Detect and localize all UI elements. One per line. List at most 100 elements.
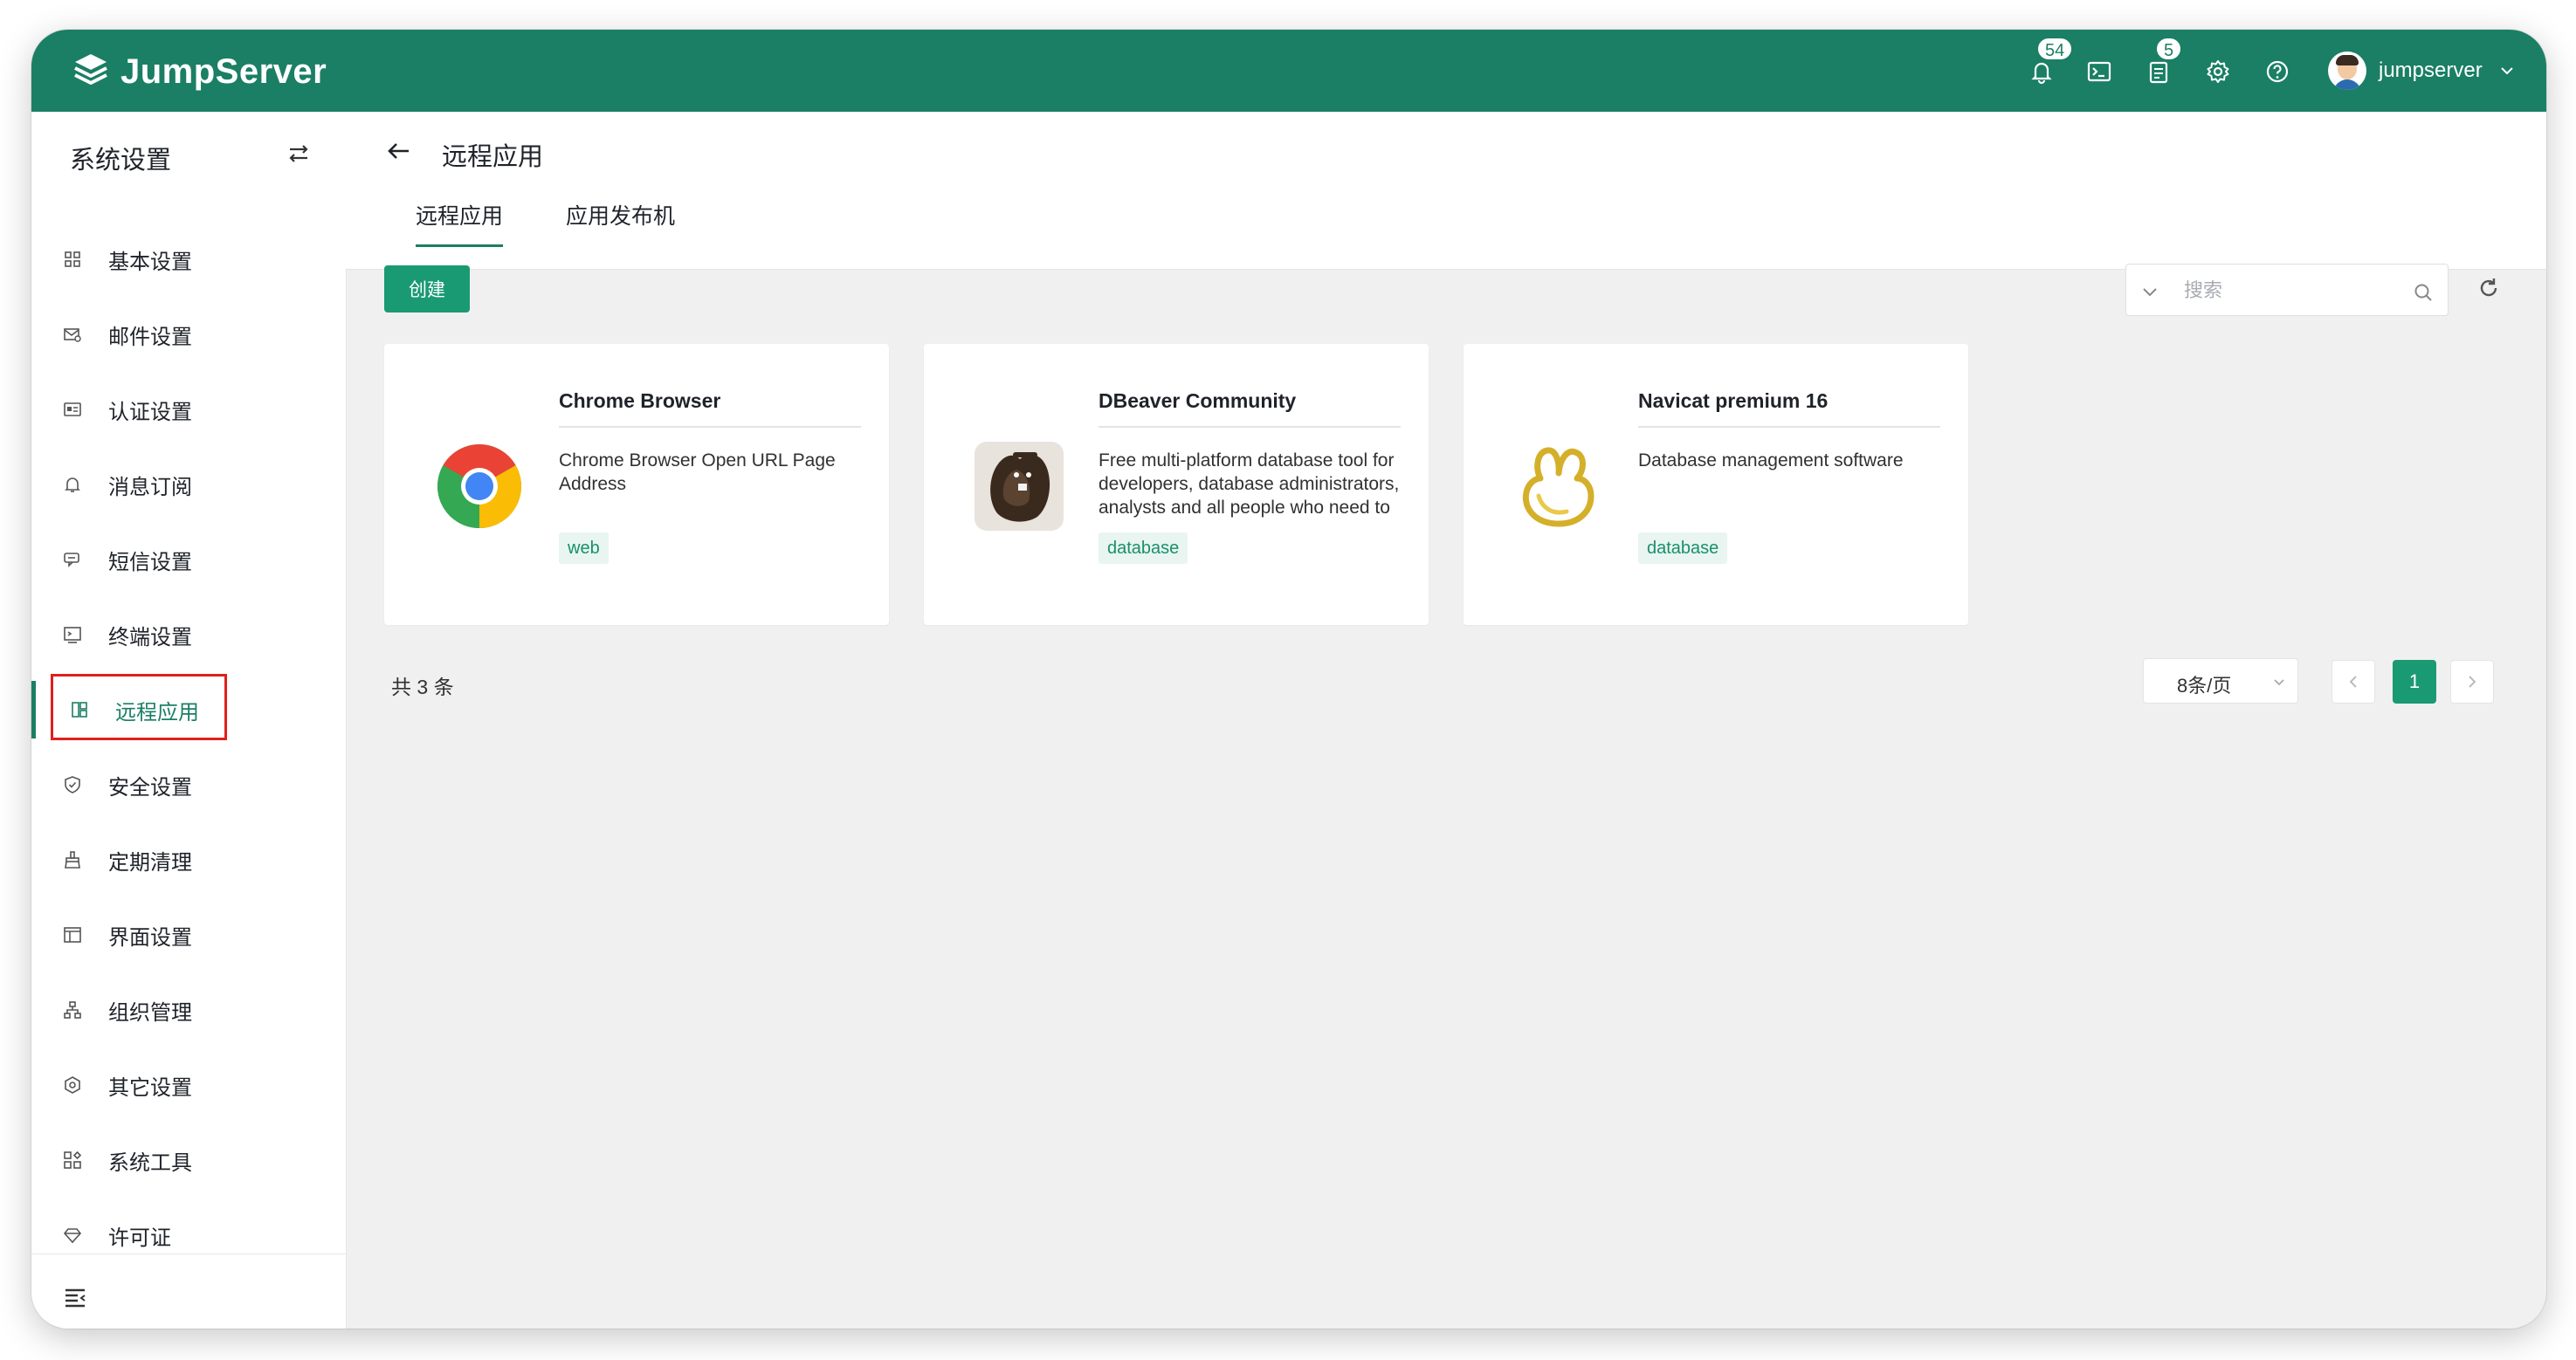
page-size-select[interactable]: 8条/页	[2143, 658, 2298, 704]
sidebar-item-label: 界面设置	[108, 925, 192, 950]
app-description: Database management software	[1638, 450, 1904, 471]
tab-remote-apps[interactable]: 远程应用	[416, 199, 504, 247]
sidebar-item-license[interactable]: 许可证	[31, 1206, 346, 1264]
sidebar-item-organizations[interactable]: 组织管理	[31, 981, 346, 1039]
back-arrow-icon[interactable]	[384, 136, 414, 166]
page-header: 远程应用 远程应用 应用发布机	[346, 112, 2546, 270]
layout-icon	[63, 925, 82, 944]
bell-icon	[2031, 62, 2052, 85]
refresh-icon[interactable]	[2476, 276, 2501, 300]
sidebar-item-sms[interactable]: 短信设置	[31, 531, 346, 588]
notifications-button[interactable]: 54	[2026, 37, 2074, 87]
sidebar-item-label: 消息订阅	[108, 475, 192, 499]
sidebar-item-label: 其它设置	[108, 1075, 192, 1100]
current-page-button[interactable]: 1	[2393, 660, 2436, 704]
id-card-icon	[63, 400, 82, 419]
settings-button[interactable]	[2202, 56, 2234, 87]
username: jumpserver	[2379, 58, 2483, 82]
sidebar-item-label: 认证设置	[108, 400, 192, 424]
switch-view-icon[interactable]	[285, 140, 313, 168]
sidebar-item-label: 定期清理	[108, 850, 192, 875]
terminal-icon	[2087, 61, 2111, 82]
app-tag: database	[1099, 532, 1188, 564]
app-window: JumpServer 54 5 jumpserver 系统设置 基本设置 邮件设…	[31, 30, 2546, 1329]
page-size-value: 8条/页	[2177, 675, 2232, 697]
app-name: Chrome Browser	[559, 389, 721, 412]
sidebar-item-security[interactable]: 安全设置	[31, 756, 346, 814]
shield-icon	[63, 775, 82, 794]
sidebar-item-messages[interactable]: 消息订阅	[31, 456, 346, 513]
web-terminal-button[interactable]	[2084, 56, 2115, 87]
app-name: Navicat premium 16	[1638, 389, 1829, 412]
brand-logo[interactable]: JumpServer	[70, 51, 327, 93]
top-navbar: JumpServer 54 5 jumpserver	[31, 30, 2546, 112]
broom-icon	[63, 850, 82, 869]
app-name: DBeaver Community	[1099, 389, 1297, 412]
grid-icon	[63, 250, 82, 269]
terminal-icon	[63, 625, 82, 644]
gear-icon	[2207, 60, 2229, 83]
sidebar-item-label: 系统工具	[108, 1151, 192, 1175]
sidebar-item-basic[interactable]: 基本设置	[31, 230, 346, 288]
sidebar: 系统设置 基本设置 邮件设置 认证设置 消息订阅 短信设置 终端设置 远程应用 …	[31, 112, 347, 1329]
sidebar-item-label: 终端设置	[108, 625, 192, 649]
app-card[interactable]: Chrome Browser Chrome Browser Open URL P…	[384, 344, 889, 625]
app-description: Chrome Browser Open URL Page Address	[559, 450, 836, 494]
diamond-icon	[63, 1226, 82, 1245]
prev-page-button[interactable]	[2331, 660, 2375, 704]
app-tag: web	[559, 532, 609, 564]
app-description: Free multi-platform database tool for de…	[1099, 450, 1400, 518]
tools-icon	[63, 1151, 82, 1170]
app-tag: database	[1638, 532, 1728, 564]
sidebar-item-tools[interactable]: 系统工具	[31, 1131, 346, 1189]
active-indicator	[31, 681, 36, 738]
chevron-right-icon	[2469, 676, 2476, 688]
sidebar-item-label: 许可证	[108, 1226, 171, 1250]
jumpserver-logo-icon	[74, 54, 107, 85]
mail-icon	[63, 325, 82, 344]
search-box	[2125, 264, 2449, 316]
sidebar-item-label: 安全设置	[108, 775, 192, 800]
chevron-down-icon	[2274, 679, 2284, 686]
sidebar-item-interface[interactable]: 界面设置	[31, 906, 346, 964]
sidebar-item-email[interactable]: 邮件设置	[31, 306, 346, 363]
sidebar-item-other[interactable]: 其它设置	[31, 1056, 346, 1114]
org-icon	[63, 1000, 82, 1020]
tab-app-publisher[interactable]: 应用发布机	[566, 199, 675, 244]
dbeaver-logo-icon	[975, 442, 1064, 531]
app-card[interactable]: Navicat premium 16 Database management s…	[1464, 344, 1968, 625]
notifications-badge: 54	[2036, 37, 2074, 61]
chrome-logo-icon	[437, 443, 522, 528]
sidebar-item-label: 基本设置	[108, 250, 192, 274]
sidebar-item-label: 邮件设置	[108, 325, 192, 349]
help-button[interactable]	[2262, 56, 2293, 87]
create-button[interactable]: 创建	[384, 265, 470, 313]
divider	[559, 426, 861, 428]
collapse-sidebar-icon[interactable]	[63, 1285, 87, 1309]
sidebar-title: 系统设置	[70, 147, 172, 175]
page-title: 远程应用	[442, 143, 544, 171]
next-page-button[interactable]	[2450, 660, 2494, 704]
chevron-down-icon	[2500, 67, 2513, 75]
sidebar-item-remote-apps[interactable]: 远程应用	[31, 674, 346, 740]
sidebar-item-terminal[interactable]: 终端设置	[31, 606, 346, 663]
clipboard-icon	[2149, 61, 2168, 84]
search-input[interactable]	[2182, 275, 2395, 306]
user-menu[interactable]: jumpserver	[2328, 51, 2516, 91]
app-card[interactable]: DBeaver Community Free multi-platform da…	[924, 344, 1429, 625]
sidebar-item-cleanup[interactable]: 定期清理	[31, 831, 346, 889]
message-icon	[63, 550, 82, 569]
chevron-left-icon	[2349, 676, 2357, 688]
navicat-logo-icon	[1522, 447, 1595, 527]
sidebar-item-label: 组织管理	[108, 1000, 192, 1025]
sidebar-item-auth[interactable]: 认证设置	[31, 381, 346, 438]
hexagon-gear-icon	[63, 1075, 82, 1095]
total-count: 共 3 条	[391, 676, 454, 698]
search-icon[interactable]	[2413, 282, 2434, 303]
brand-name: JumpServer	[121, 52, 327, 91]
help-icon	[2266, 60, 2289, 83]
tickets-badge: 5	[2155, 37, 2183, 61]
avatar	[2328, 52, 2366, 90]
chevron-down-icon[interactable]	[2140, 282, 2159, 301]
tickets-button[interactable]: 5	[2143, 37, 2183, 87]
